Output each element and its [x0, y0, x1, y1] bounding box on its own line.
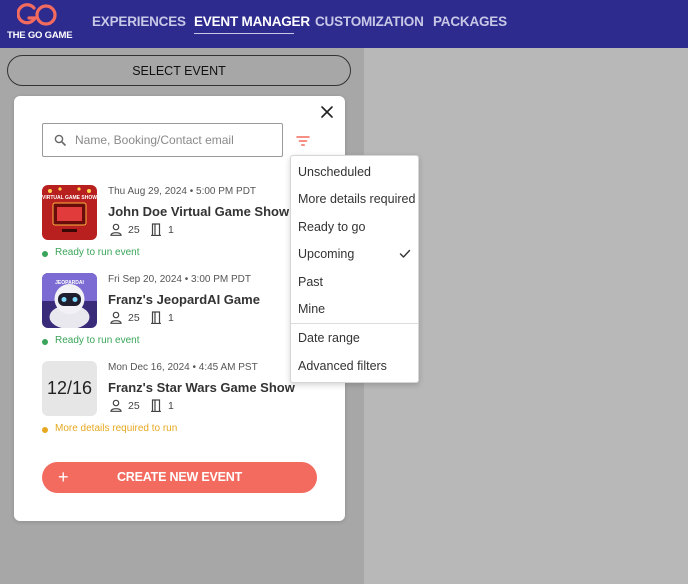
- thumbnail-label: JEOPARDAI: [55, 280, 84, 286]
- go-game-logo-icon: [17, 3, 57, 26]
- checkmark-icon: [399, 249, 411, 258]
- filter-icon[interactable]: [296, 134, 310, 146]
- search-input[interactable]: [75, 124, 280, 156]
- nav-active-underline: [194, 33, 294, 34]
- status-dot: [42, 339, 48, 345]
- filter-option-upcoming[interactable]: Upcoming: [291, 241, 418, 267]
- event-title: Franz's JeopardAI Game: [108, 292, 260, 307]
- filter-option-advanced-filters[interactable]: Advanced filters: [291, 353, 418, 379]
- menu-divider: [291, 323, 418, 324]
- event-team-count: 1: [168, 312, 174, 324]
- brand-logo[interactable]: THE GO GAME: [6, 2, 73, 44]
- event-player-count: 25: [128, 312, 140, 324]
- person-icon: [110, 311, 122, 324]
- event-player-count: 25: [128, 400, 140, 412]
- filter-option-date-range[interactable]: Date range: [291, 325, 418, 351]
- top-nav-bar: THE GO GAME EXPERIENCES EVENT MANAGER CU…: [0, 0, 688, 48]
- event-team-count: 1: [168, 400, 174, 412]
- event-date-thumbnail: 12/16: [42, 361, 97, 416]
- event-thumbnail: JEOPARDAI: [42, 273, 97, 328]
- filter-option-more-details-required[interactable]: More details required: [291, 186, 418, 212]
- event-datetime: Fri Sep 20, 2024 • 3:00 PM PDT: [108, 274, 252, 285]
- door-icon: [151, 311, 161, 324]
- status-dot: [42, 251, 48, 257]
- nav-experiences[interactable]: EXPERIENCES: [92, 14, 186, 29]
- nav-packages[interactable]: PACKAGES: [433, 14, 507, 29]
- filter-dropdown-menu: Unscheduled More details required Ready …: [290, 155, 419, 383]
- thumbnail-label: VIRTUAL GAME SHOW: [42, 195, 97, 201]
- filter-option-unscheduled[interactable]: Unscheduled: [291, 159, 418, 185]
- nav-event-manager[interactable]: EVENT MANAGER: [194, 14, 310, 29]
- door-icon: [151, 399, 161, 412]
- brand-name: THE GO GAME: [7, 30, 73, 41]
- close-icon[interactable]: [319, 104, 335, 120]
- event-player-count: 25: [128, 224, 140, 236]
- event-title: Franz's Star Wars Game Show: [108, 380, 295, 395]
- filter-option-ready-to-go[interactable]: Ready to go: [291, 214, 418, 240]
- event-title: John Doe Virtual Game Show: [108, 204, 290, 219]
- person-icon: [110, 223, 122, 236]
- nav-customization[interactable]: CUSTOMIZATION: [315, 14, 424, 29]
- event-thumbnail: VIRTUAL GAME SHOW: [42, 185, 97, 240]
- door-icon: [151, 223, 161, 236]
- search-icon: [54, 134, 66, 146]
- create-new-event-button[interactable]: + CREATE NEW EVENT: [42, 462, 317, 493]
- filter-option-mine[interactable]: Mine: [291, 296, 418, 322]
- event-team-count: 1: [168, 224, 174, 236]
- status-dot: [42, 427, 48, 433]
- event-datetime: Mon Dec 16, 2024 • 4:45 AM PST: [108, 362, 258, 373]
- select-event-button[interactable]: SELECT EVENT: [7, 55, 351, 86]
- person-icon: [110, 399, 122, 412]
- event-datetime: Thu Aug 29, 2024 • 5:00 PM PDT: [108, 186, 257, 197]
- search-box: [42, 123, 283, 157]
- filter-option-past[interactable]: Past: [291, 269, 418, 295]
